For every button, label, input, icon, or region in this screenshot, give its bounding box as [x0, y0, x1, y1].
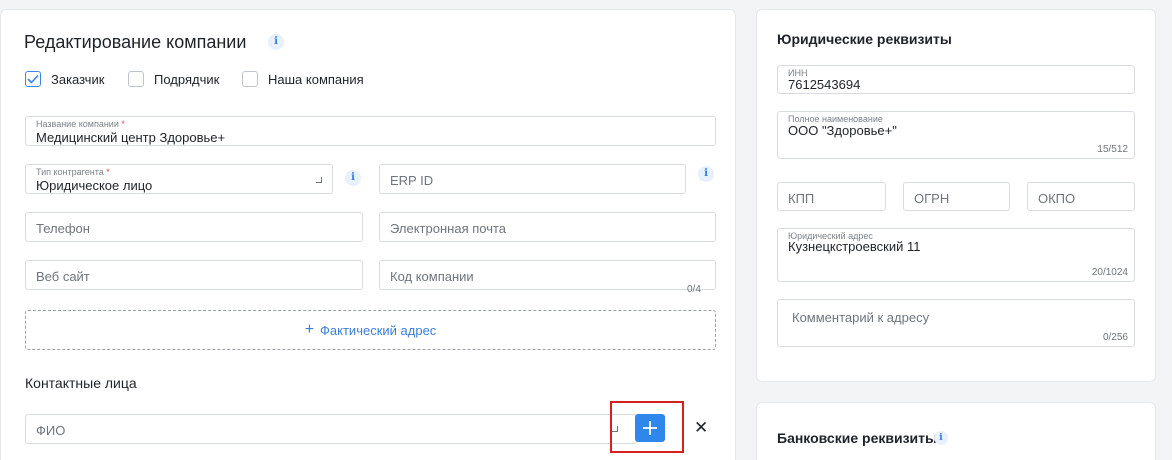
inn-value[interactable]: 7612543694: [788, 77, 860, 92]
checkbox-our-company-box[interactable]: [242, 71, 258, 87]
erp-id-placeholder: ERP ID: [390, 173, 434, 188]
okpo-input[interactable]: ОКПО: [1027, 182, 1135, 211]
checkbox-customer-box[interactable]: [25, 71, 41, 87]
checkbox-contractor[interactable]: Подрядчик: [128, 70, 219, 88]
company-code-counter: 0/4: [687, 284, 701, 295]
checkbox-customer-label: Заказчик: [51, 71, 105, 87]
checkbox-our-company-label: Наша компания: [268, 71, 364, 87]
ogrn-placeholder: ОГРН: [914, 191, 950, 206]
checkbox-contractor-box[interactable]: [128, 71, 144, 87]
legal-address-value[interactable]: Кузнецкстроевский 11: [788, 239, 920, 254]
info-icon[interactable]: i: [698, 166, 714, 182]
close-icon[interactable]: ✕: [694, 419, 708, 436]
contacts-title: Контактные лица: [25, 375, 137, 391]
company-code-input[interactable]: Код компании: [379, 260, 716, 290]
company-name-field[interactable]: Название компании * Медицинский центр Зд…: [25, 116, 716, 146]
bank-details-title: Банковские реквизиты: [777, 430, 937, 446]
address-comment-placeholder: Комментарий к адресу: [792, 310, 930, 325]
check-icon: [27, 74, 39, 84]
legal-details-card: Юридические реквизиты ИНН 7612543694 Пол…: [756, 9, 1156, 382]
contact-fio-select[interactable]: ФИО: [25, 414, 637, 444]
info-icon[interactable]: i: [345, 170, 361, 186]
checkbox-contractor-label: Подрядчик: [154, 71, 220, 87]
contractor-type-label: Тип контрагента *: [36, 167, 110, 177]
legal-address-field[interactable]: Юридический адрес Кузнецкстроевский 11 2…: [777, 228, 1135, 282]
info-icon[interactable]: i: [934, 431, 948, 445]
full-name-field[interactable]: Полное наименование ООО "Здоровье+" 15/5…: [777, 111, 1135, 159]
resize-corner-icon: [316, 177, 322, 183]
add-contact-button[interactable]: [635, 414, 665, 442]
add-actual-address-button[interactable]: + Фактический адрес: [25, 310, 716, 350]
address-comment-counter: 0/256: [1102, 332, 1128, 343]
email-placeholder: Электронная почта: [390, 221, 507, 236]
checkbox-our-company[interactable]: Наша компания: [242, 70, 364, 88]
company-code-placeholder: Код компании: [390, 269, 474, 284]
legal-details-title: Юридические реквизиты: [777, 31, 952, 47]
erp-id-input[interactable]: ERP ID: [379, 164, 686, 194]
full-name-value[interactable]: ООО "Здоровье+": [788, 123, 897, 138]
phone-input[interactable]: Телефон: [25, 212, 363, 242]
full-name-counter: 15/512: [1097, 144, 1128, 155]
plus-icon: [643, 421, 657, 435]
bank-details-card: Банковские реквизиты i: [756, 402, 1156, 460]
page-title: Редактирование компании: [24, 32, 247, 52]
okpo-placeholder: ОКПО: [1038, 191, 1076, 206]
contact-fio-placeholder: ФИО: [36, 423, 66, 438]
email-input[interactable]: Электронная почта: [379, 212, 716, 242]
company-edit-card: Редактирование компании i Заказчик Подря…: [0, 9, 736, 460]
kpp-placeholder: КПП: [788, 191, 815, 206]
ogrn-input[interactable]: ОГРН: [903, 182, 1010, 211]
checkbox-customer[interactable]: Заказчик: [25, 70, 104, 88]
plus-icon: +: [304, 321, 315, 338]
company-name-value[interactable]: Медицинский центр Здоровье+: [36, 130, 225, 145]
legal-address-counter: 20/1024: [1091, 267, 1128, 278]
add-actual-address-label: Фактический адрес: [320, 322, 437, 338]
address-comment-textarea[interactable]: Комментарий к адресу 0/256: [777, 299, 1135, 347]
website-placeholder: Веб сайт: [36, 269, 90, 284]
phone-placeholder: Телефон: [36, 221, 90, 236]
website-input[interactable]: Веб сайт: [25, 260, 363, 290]
inn-field[interactable]: ИНН 7612543694: [777, 65, 1135, 94]
info-icon[interactable]: i: [268, 34, 284, 50]
company-name-label: Название компании *: [36, 119, 125, 129]
contractor-type-value[interactable]: Юридическое лицо: [36, 178, 152, 193]
kpp-input[interactable]: КПП: [777, 182, 886, 211]
contractor-type-select[interactable]: Тип контрагента * Юридическое лицо: [25, 164, 333, 194]
